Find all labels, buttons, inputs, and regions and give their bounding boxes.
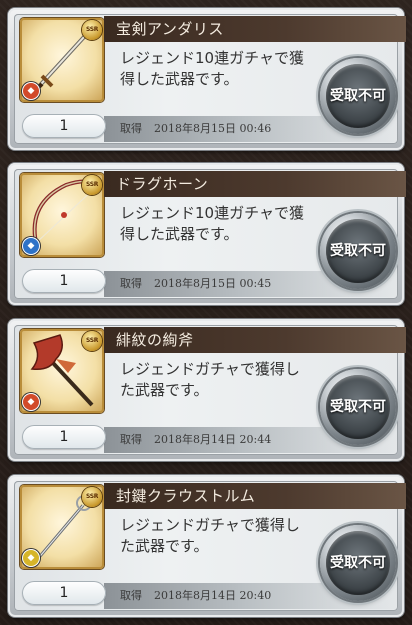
obtained-label: 取得 xyxy=(120,433,142,446)
list-item[interactable]: SSR ◆ 封鍵クラウストルム レジェンドガチャで獲得し た武器です。 1 取得… xyxy=(8,475,406,617)
item-name: ドラグホーン xyxy=(104,171,406,197)
item-description: レジェンドガチャで獲得し た武器です。 xyxy=(120,515,320,557)
weapon-thumbnail[interactable]: SSR ◆ xyxy=(20,329,104,413)
description-line: レジェンド10連ガチャで獲 xyxy=(120,204,304,222)
obtained-info: 取得 2018年8月14日 20:44 xyxy=(120,427,271,453)
obtained-date: 2018年8月14日 20:44 xyxy=(154,433,272,446)
fire-element-icon: ◆ xyxy=(23,394,39,410)
item-count: 1 xyxy=(22,581,106,605)
description-line: 得した武器です。 xyxy=(120,225,239,243)
item-name: 宝剣アンダリス xyxy=(104,16,406,42)
receive-button[interactable]: 受取不可 xyxy=(320,369,396,445)
rarity-badge: SSR xyxy=(82,175,102,195)
item-description: レジェンドガチャで獲得し た武器です。 xyxy=(120,359,320,401)
description-line: 得した武器です。 xyxy=(120,70,239,88)
receive-button-label: 受取不可 xyxy=(330,555,386,571)
fire-element-icon: ◆ xyxy=(23,83,39,99)
list-item[interactable]: SSR ◆ 宝剣アンダリス レジェンド10連ガチャで獲 得した武器です。 1 取… xyxy=(8,8,406,150)
description-line: た武器です。 xyxy=(120,537,209,555)
obtained-label: 取得 xyxy=(120,122,142,135)
obtained-info: 取得 2018年8月15日 00:45 xyxy=(120,271,271,297)
weapon-thumbnail[interactable]: SSR ◆ xyxy=(20,485,104,569)
item-list: SSR ◆ 宝剣アンダリス レジェンド10連ガチャで獲 得した武器です。 1 取… xyxy=(0,0,412,625)
item-description: レジェンド10連ガチャで獲 得した武器です。 xyxy=(120,48,320,90)
obtained-date: 2018年8月15日 00:45 xyxy=(154,277,272,290)
rarity-badge: SSR xyxy=(82,20,102,40)
list-item[interactable]: SSR ◆ ドラグホーン レジェンド10連ガチャで獲 得した武器です。 1 取得… xyxy=(8,163,406,305)
description-line: レジェンドガチャで獲得し xyxy=(120,516,300,534)
description-line: た武器です。 xyxy=(120,381,209,399)
obtained-info: 取得 2018年8月14日 20:40 xyxy=(120,583,271,609)
rarity-badge: SSR xyxy=(82,331,102,351)
item-count: 1 xyxy=(22,269,106,293)
water-element-icon: ◆ xyxy=(23,238,39,254)
light-element-icon: ◆ xyxy=(23,550,39,566)
receive-button[interactable]: 受取不可 xyxy=(320,213,396,289)
list-item[interactable]: SSR ◆ 緋紋の絢斧 レジェンドガチャで獲得し た武器です。 1 取得 2018… xyxy=(8,319,406,461)
receive-button[interactable]: 受取不可 xyxy=(320,58,396,134)
item-count: 1 xyxy=(22,425,106,449)
obtained-date: 2018年8月15日 00:46 xyxy=(154,122,272,135)
item-name: 緋紋の絢斧 xyxy=(104,327,406,353)
item-description: レジェンド10連ガチャで獲 得した武器です。 xyxy=(120,203,320,245)
item-name: 封鍵クラウストルム xyxy=(104,483,406,509)
obtained-label: 取得 xyxy=(120,277,142,290)
obtained-label: 取得 xyxy=(120,589,142,602)
weapon-thumbnail[interactable]: SSR ◆ xyxy=(20,173,104,257)
receive-button-label: 受取不可 xyxy=(330,243,386,259)
obtained-info: 取得 2018年8月15日 00:46 xyxy=(120,116,271,142)
receive-button-label: 受取不可 xyxy=(330,88,386,104)
obtained-date: 2018年8月14日 20:40 xyxy=(154,589,272,602)
rarity-badge: SSR xyxy=(82,487,102,507)
description-line: レジェンドガチャで獲得し xyxy=(120,360,300,378)
description-line: レジェンド10連ガチャで獲 xyxy=(120,49,304,67)
weapon-thumbnail[interactable]: SSR ◆ xyxy=(20,18,104,102)
receive-button-label: 受取不可 xyxy=(330,399,386,415)
item-count: 1 xyxy=(22,114,106,138)
receive-button[interactable]: 受取不可 xyxy=(320,525,396,601)
